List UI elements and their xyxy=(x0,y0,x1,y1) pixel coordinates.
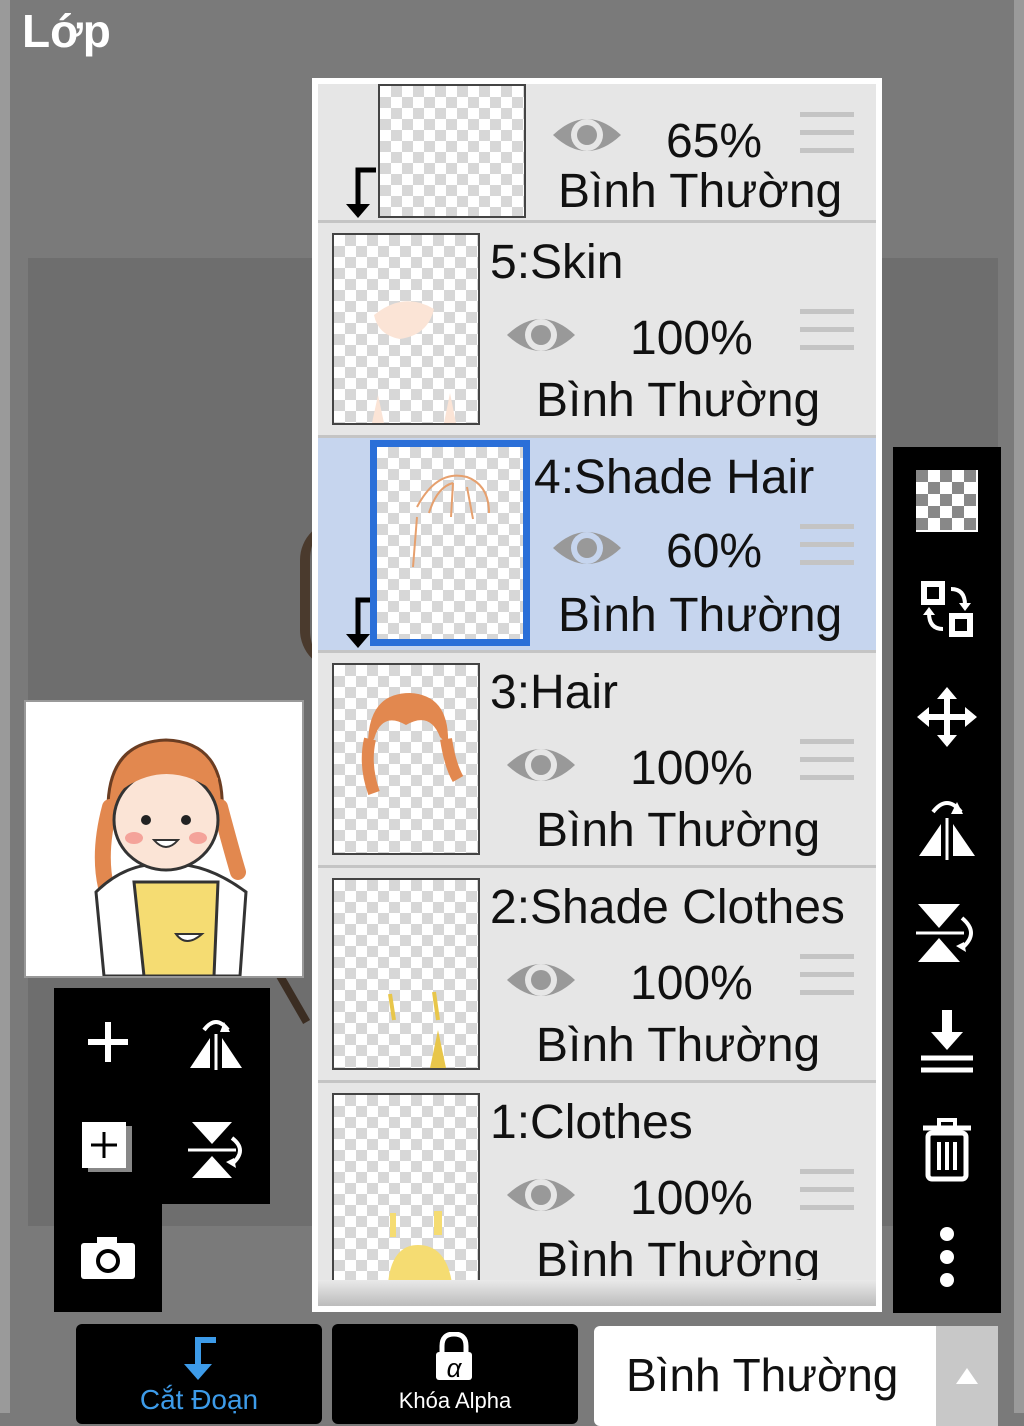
layer-blend-mode: Bình Thường xyxy=(558,589,843,642)
panel-scroll-edge xyxy=(318,1280,876,1306)
alpha-lock-button[interactable]: α Khóa Alpha xyxy=(332,1324,578,1424)
layer-opacity: 65% xyxy=(666,115,763,168)
layer-row[interactable]: 3:Hair 100% Bình Thường xyxy=(318,653,876,868)
layer-name: 2:Shade Clothes xyxy=(490,881,845,934)
add-layer-icon[interactable] xyxy=(54,988,162,1096)
layer-opacity: 100% xyxy=(630,312,753,365)
clipping-arrow-icon xyxy=(340,166,380,225)
eye-icon[interactable] xyxy=(550,522,624,579)
blend-mode-value: Bình Thường xyxy=(626,1349,899,1401)
layer-name: 1:Clothes xyxy=(490,1096,693,1149)
layer-opacity: 100% xyxy=(630,1172,753,1225)
swap-icon[interactable] xyxy=(893,555,1001,663)
layer-name: 5:Skin xyxy=(490,236,624,289)
layer-thumbnail xyxy=(332,233,480,425)
flip-horizontal-icon[interactable] xyxy=(893,771,1001,879)
alpha-lock-label: Khóa Alpha xyxy=(398,1388,512,1413)
trash-icon[interactable] xyxy=(893,1095,1001,1203)
drag-handle-icon[interactable] xyxy=(800,309,854,355)
layer-thumbnail xyxy=(378,84,526,218)
clipping-button[interactable]: Cắt Đoạn xyxy=(76,1324,322,1424)
eye-icon[interactable] xyxy=(550,109,624,166)
drag-handle-icon[interactable] xyxy=(800,954,854,1000)
flip-vertical-icon[interactable] xyxy=(893,879,1001,987)
eye-icon[interactable] xyxy=(504,1169,578,1226)
layer-opacity: 100% xyxy=(630,742,753,795)
layer-blend-mode: Bình Thường xyxy=(536,374,821,427)
more-icon[interactable] xyxy=(893,1203,1001,1311)
right-toolbar xyxy=(893,447,1001,1313)
left-toolbar xyxy=(54,988,270,1204)
clipping-arrow-icon xyxy=(176,1334,220,1387)
layers-panel: 65% Bình Thường 5:Skin 100% Bình Thường xyxy=(312,78,882,1312)
layer-row[interactable]: 5:Skin 100% Bình Thường xyxy=(318,223,876,438)
left-frame xyxy=(0,0,10,1413)
layer-opacity: 100% xyxy=(630,957,753,1010)
layer-blend-mode: Bình Thường xyxy=(536,1019,821,1072)
canvas-preview[interactable] xyxy=(24,700,304,978)
layer-name: 4:Shade Hair xyxy=(534,451,815,504)
transparency-icon[interactable] xyxy=(893,447,1001,555)
flip-vertical-icon[interactable] xyxy=(162,1096,270,1204)
camera-icon[interactable] xyxy=(54,1204,162,1312)
drag-handle-icon[interactable] xyxy=(800,1169,854,1215)
left-toolbar-bottom xyxy=(54,1204,162,1312)
layer-thumbnail xyxy=(332,1093,480,1285)
add-layer-copy-icon[interactable] xyxy=(54,1096,162,1204)
layer-thumbnail xyxy=(332,663,480,855)
layer-blend-mode: Bình Thường xyxy=(536,804,821,857)
drag-handle-icon[interactable] xyxy=(800,739,854,785)
layer-row[interactable]: 1:Clothes 100% Bình Thường xyxy=(318,1083,876,1298)
layer-name: 3:Hair xyxy=(490,666,619,719)
flip-horizontal-icon[interactable] xyxy=(162,988,270,1096)
eye-icon[interactable] xyxy=(504,954,578,1011)
layer-thumbnail xyxy=(332,878,480,1070)
page-title: Lớp xyxy=(22,5,111,57)
eye-icon[interactable] xyxy=(504,739,578,796)
dropdown-arrow-icon[interactable] xyxy=(936,1326,998,1426)
drag-handle-icon[interactable] xyxy=(800,524,854,570)
layer-row[interactable]: 65% Bình Thường xyxy=(318,84,876,223)
eye-icon[interactable] xyxy=(504,309,578,366)
layer-thumbnail xyxy=(370,440,530,646)
merge-down-icon[interactable] xyxy=(893,987,1001,1095)
blend-mode-select[interactable]: Bình Thường xyxy=(594,1326,998,1426)
character-illustration xyxy=(94,738,248,978)
layer-row[interactable]: 2:Shade Clothes 100% Bình Thường xyxy=(318,868,876,1083)
move-icon[interactable] xyxy=(893,663,1001,771)
alpha-symbol: α xyxy=(446,1353,462,1383)
layer-row-selected[interactable]: 4:Shade Hair 60% Bình Thường xyxy=(318,438,876,653)
right-frame xyxy=(1014,0,1024,1413)
layer-opacity: 60% xyxy=(666,525,763,578)
layer-blend-mode: Bình Thường xyxy=(558,165,843,218)
clipping-label: Cắt Đoạn xyxy=(139,1384,259,1415)
drag-handle-icon[interactable] xyxy=(800,112,854,158)
